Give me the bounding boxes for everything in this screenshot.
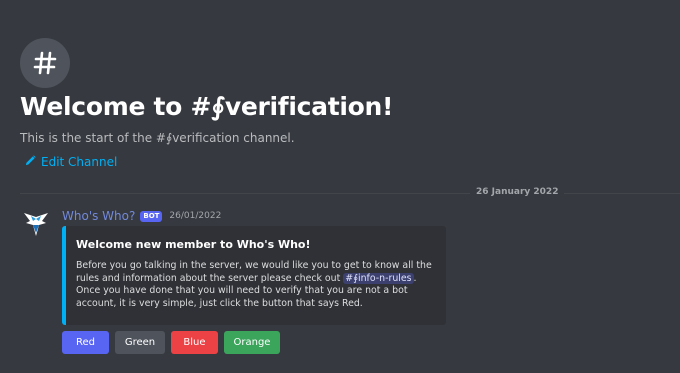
embed-description: Before you go talking in the server, we …: [76, 260, 436, 310]
date-divider: [20, 193, 680, 194]
username[interactable]: Who's Who?: [62, 209, 135, 223]
mention-hash: #: [345, 272, 354, 284]
edit-channel-link[interactable]: Edit Channel: [25, 155, 117, 169]
date-divider-label: 26 January 2022: [470, 187, 565, 197]
message-header: Who's Who? BOT 26/01/2022: [62, 209, 221, 223]
edit-channel-label: Edit Channel: [41, 155, 118, 169]
bot-badge: BOT: [140, 210, 163, 222]
button-row: Red Green Blue Orange: [62, 331, 280, 354]
welcome-title: Welcome to #∮verification!: [20, 92, 394, 121]
mention-channel-name: ∮info-n-rules: [353, 272, 412, 284]
channel-hashtag-icon: [20, 38, 70, 88]
welcome-subtitle: This is the start of the #∮verification …: [20, 131, 295, 145]
message-embed: Welcome new member to Who's Who! Before …: [62, 226, 446, 325]
red-button[interactable]: Red: [62, 331, 109, 354]
embed-title: Welcome new member to Who's Who!: [76, 238, 311, 251]
pencil-icon: [25, 155, 36, 169]
message-timestamp: 26/01/2022: [169, 211, 222, 221]
embed-desc-after-mention: .: [413, 272, 417, 284]
orange-button[interactable]: Orange: [224, 331, 280, 354]
embed-desc-line2: Once you have done that you will need to…: [76, 285, 408, 309]
bot-avatar[interactable]: [20, 209, 52, 241]
blue-button[interactable]: Blue: [171, 331, 218, 354]
channel-mention-info-n-rules[interactable]: #∮info-n-rules: [343, 272, 414, 284]
green-button[interactable]: Green: [115, 331, 165, 354]
bird-logo-icon: [24, 213, 48, 236]
